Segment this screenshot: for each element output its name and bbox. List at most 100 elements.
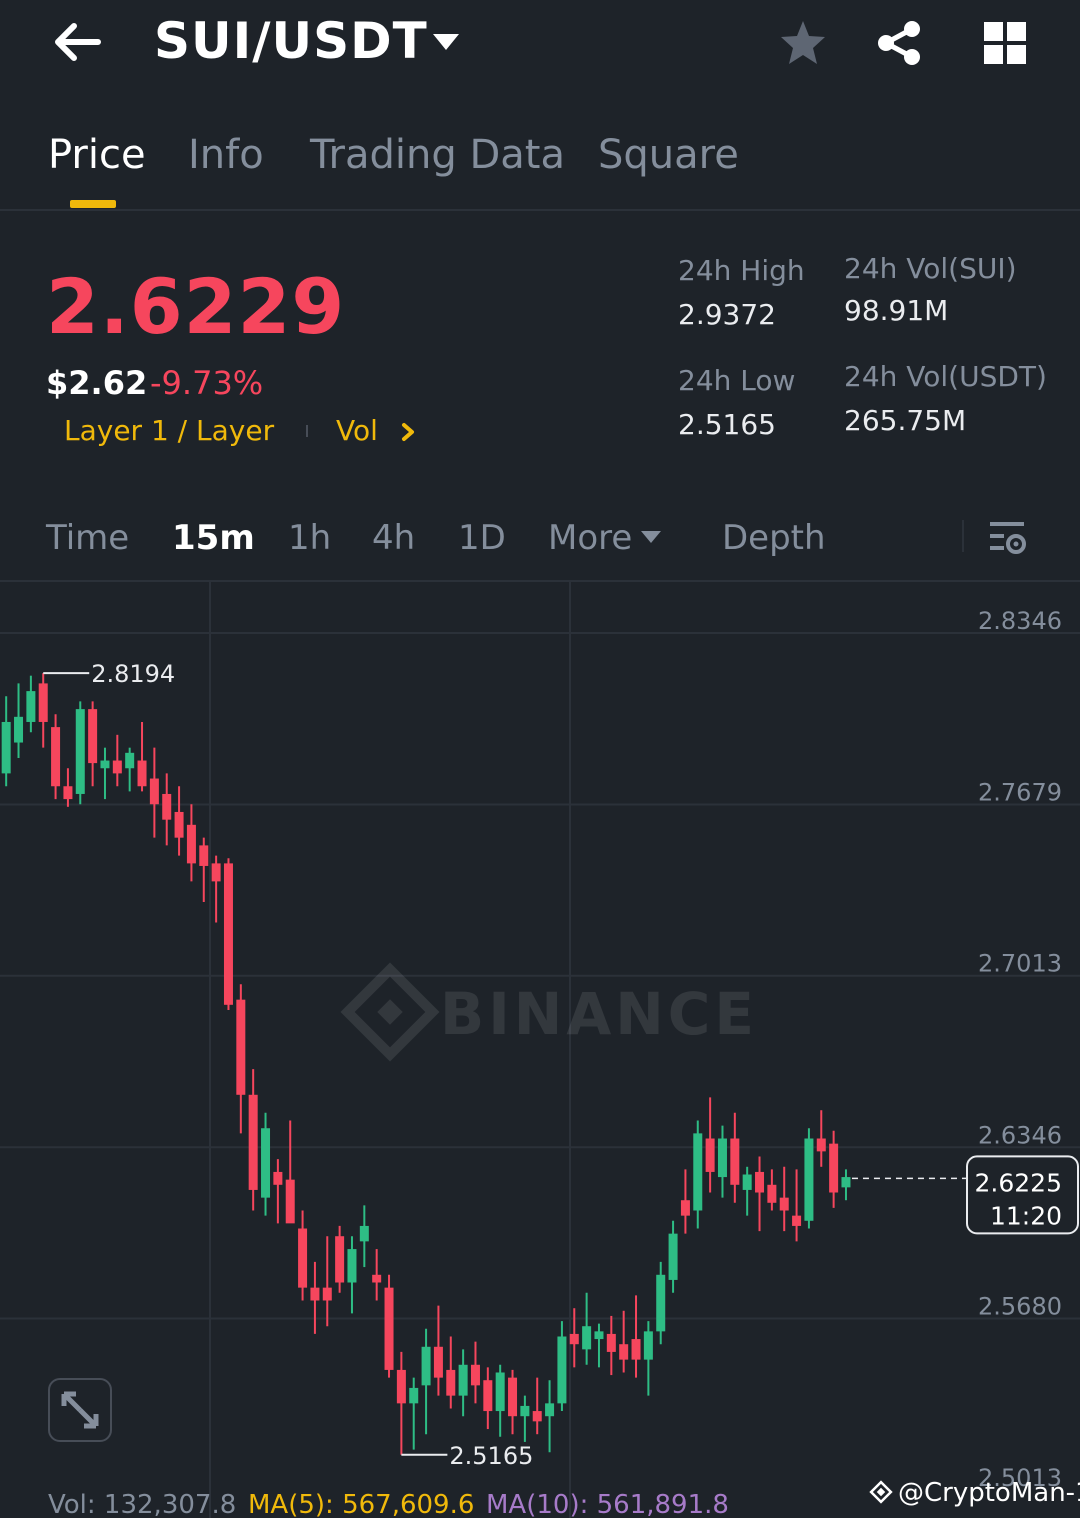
candle-body bbox=[755, 1171, 765, 1193]
candle-body bbox=[643, 1331, 653, 1360]
candle-up bbox=[458, 1349, 468, 1417]
candle-up bbox=[582, 1292, 592, 1365]
caret-down-icon[interactable] bbox=[640, 530, 662, 544]
tab-trading-data[interactable]: Trading Data bbox=[310, 132, 565, 178]
interval-4h[interactable]: 4h bbox=[372, 518, 415, 558]
candle-body bbox=[421, 1346, 431, 1386]
ma5-readout: MA(5): 567,609.6 bbox=[248, 1490, 475, 1518]
y-axis: 2.83462.76792.70132.63462.56802.5013 bbox=[978, 607, 1062, 1492]
candle-up bbox=[656, 1261, 666, 1345]
candle-body bbox=[396, 1369, 406, 1404]
chevron-right-icon[interactable] bbox=[398, 420, 418, 444]
candle-body bbox=[359, 1225, 369, 1242]
candle-up bbox=[1, 696, 11, 787]
candle-down bbox=[310, 1261, 320, 1334]
candle-body bbox=[483, 1380, 493, 1412]
fullscreen-button[interactable] bbox=[48, 1378, 112, 1442]
interval-more[interactable]: More bbox=[548, 518, 632, 558]
candle-body bbox=[792, 1215, 802, 1226]
candle-body bbox=[409, 1387, 419, 1404]
stat-24h-vol-base-value: 98.91M bbox=[844, 294, 949, 327]
candle-down bbox=[767, 1169, 777, 1211]
candle-body bbox=[1, 721, 11, 774]
vol-tag[interactable]: Vol bbox=[336, 414, 378, 447]
active-tab-indicator bbox=[70, 200, 116, 208]
candle-down bbox=[223, 858, 233, 1010]
candle-down bbox=[322, 1236, 332, 1327]
candle-body bbox=[532, 1411, 542, 1422]
candle-body bbox=[248, 1094, 258, 1190]
candle-down bbox=[112, 734, 122, 787]
tab-info[interactable]: Info bbox=[188, 132, 264, 178]
candle-down bbox=[63, 768, 73, 807]
candle-body bbox=[38, 683, 48, 722]
candle-body bbox=[656, 1274, 666, 1332]
candle-down bbox=[396, 1351, 406, 1455]
candle-down bbox=[273, 1159, 283, 1224]
candle-body bbox=[619, 1344, 629, 1360]
y-tick-label: 2.7679 bbox=[978, 779, 1062, 807]
chart-grid bbox=[0, 582, 1080, 1518]
caret-down-icon[interactable] bbox=[430, 30, 462, 54]
candle-down bbox=[532, 1377, 542, 1435]
candle-body bbox=[433, 1346, 443, 1378]
candle-up bbox=[421, 1328, 431, 1435]
expand-icon bbox=[61, 1391, 99, 1429]
candle-body bbox=[458, 1364, 468, 1396]
candle-body bbox=[631, 1339, 641, 1360]
candle-body bbox=[298, 1228, 308, 1288]
candle-body bbox=[199, 845, 209, 866]
last-price: 2.6229 bbox=[46, 262, 346, 351]
pair-selector[interactable]: SUI/USDT bbox=[154, 12, 428, 70]
candle-body bbox=[335, 1236, 345, 1283]
back-arrow-icon[interactable] bbox=[50, 18, 104, 66]
candle-body bbox=[51, 727, 61, 787]
candle-body bbox=[680, 1200, 690, 1216]
candle-down bbox=[149, 747, 159, 838]
candle-down bbox=[680, 1169, 690, 1234]
candle-down bbox=[508, 1369, 518, 1435]
candle-down bbox=[51, 714, 61, 800]
candle-up bbox=[717, 1125, 727, 1198]
candle-body bbox=[88, 709, 98, 764]
share-icon[interactable] bbox=[874, 18, 924, 68]
candle-body bbox=[162, 793, 172, 820]
candle-up bbox=[668, 1220, 678, 1293]
stat-24h-high-label: 24h High bbox=[678, 254, 805, 287]
stat-24h-high-value: 2.9372 bbox=[678, 298, 776, 331]
candle-down bbox=[335, 1225, 345, 1293]
candle-body bbox=[112, 760, 122, 774]
candle-body bbox=[347, 1249, 357, 1283]
candle-body bbox=[384, 1287, 394, 1370]
interval-15m[interactable]: 15m bbox=[172, 518, 255, 558]
category-tag[interactable]: Layer 1 / Layer bbox=[64, 414, 274, 447]
candle-up bbox=[804, 1128, 814, 1229]
candlestick-chart[interactable]: BINANCE 2.8346 2.7679 2.7013 2.6346 2.5680 2.… bbox=[0, 582, 1080, 1518]
interval-time[interactable]: Time bbox=[46, 518, 129, 558]
grid-icon[interactable] bbox=[982, 20, 1028, 66]
binance-watermark: BINANCE bbox=[340, 962, 758, 1062]
candle-body bbox=[285, 1179, 295, 1224]
watermark-text: BINANCE bbox=[440, 980, 758, 1048]
candle-up bbox=[594, 1323, 604, 1368]
interval-1h[interactable]: 1h bbox=[288, 518, 331, 558]
candle-body bbox=[100, 760, 110, 769]
depth-tab[interactable]: Depth bbox=[722, 518, 826, 558]
tab-square[interactable]: Square bbox=[598, 132, 739, 178]
tab-bar: Price Info Trading Data Square bbox=[0, 120, 1080, 210]
candle-body bbox=[742, 1174, 752, 1190]
candle-up bbox=[14, 683, 24, 758]
y-tick-label: 2.5680 bbox=[978, 1292, 1062, 1320]
star-icon[interactable] bbox=[778, 18, 828, 68]
interval-1d[interactable]: 1D bbox=[458, 518, 506, 558]
chart-settings-icon[interactable] bbox=[986, 516, 1030, 560]
tab-price[interactable]: Price bbox=[48, 132, 146, 178]
candle-down bbox=[755, 1156, 765, 1232]
candle-down bbox=[730, 1112, 740, 1203]
candle-body bbox=[767, 1184, 777, 1203]
y-tick-label: 2.7013 bbox=[978, 950, 1062, 978]
candle-body bbox=[75, 709, 85, 794]
candle-up bbox=[693, 1120, 703, 1229]
candle-body bbox=[174, 811, 184, 838]
candle-down bbox=[137, 721, 147, 792]
